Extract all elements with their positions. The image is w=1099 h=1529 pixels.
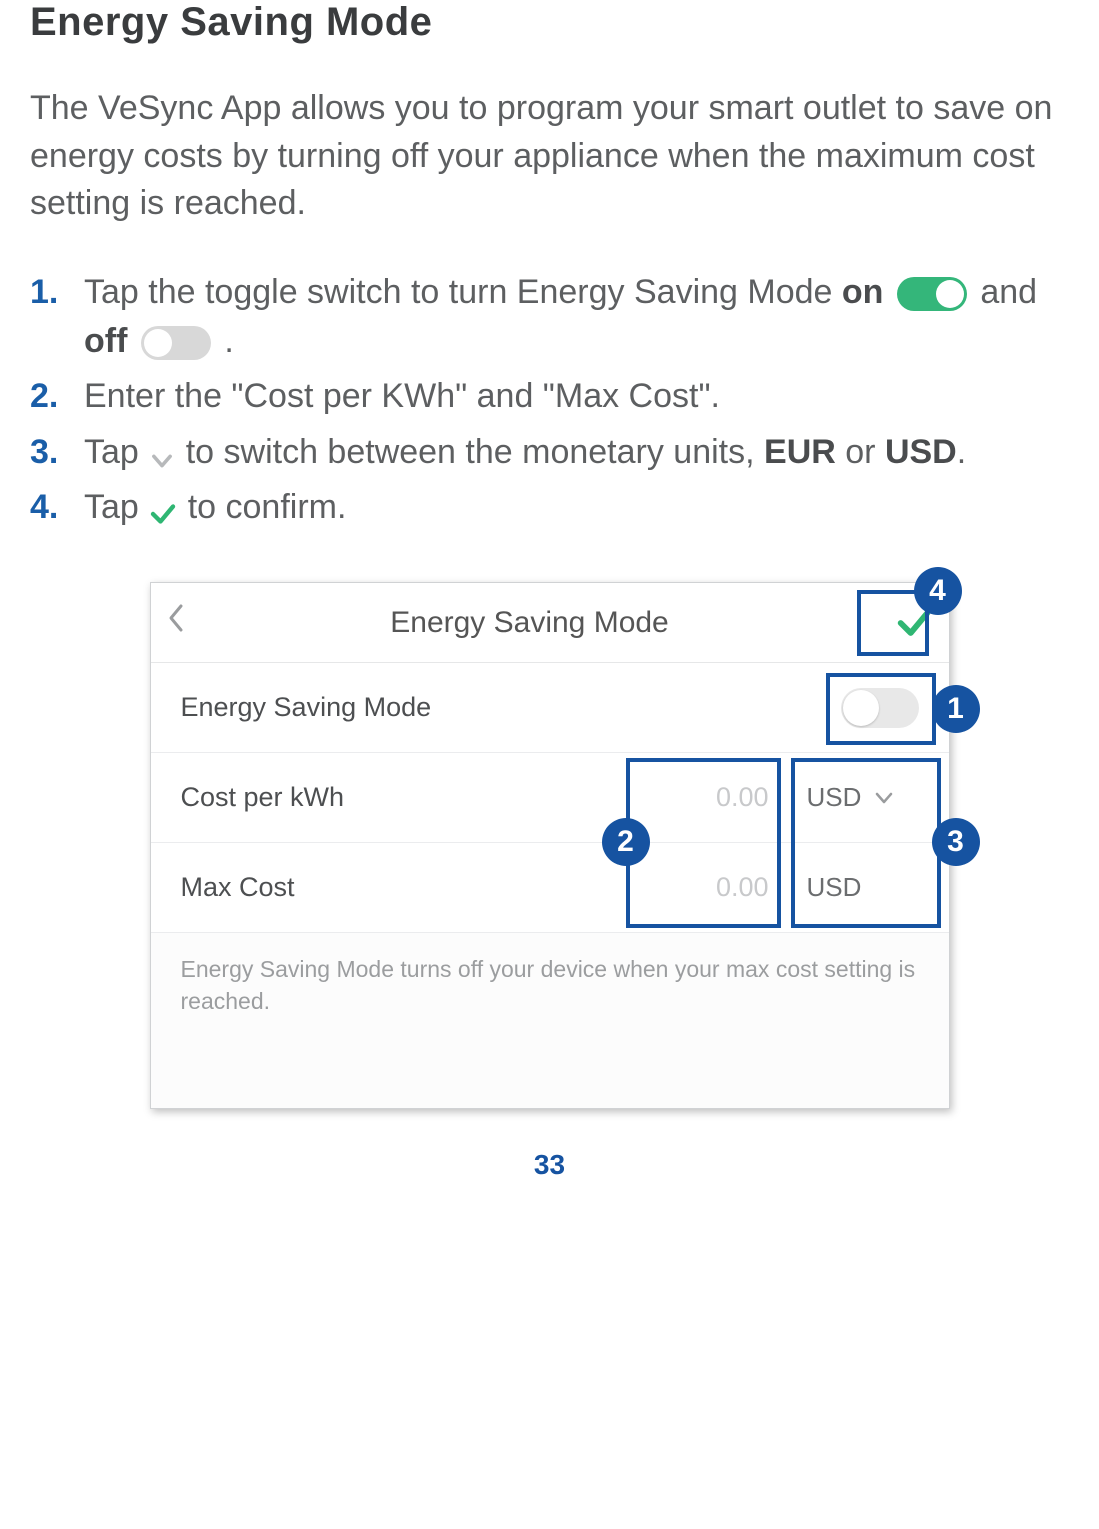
step-text: Tap to confirm. (84, 483, 1069, 532)
step-text-fragment: Tap the toggle switch to turn Energy Sav… (84, 273, 842, 311)
intro-paragraph: The VeSync App allows you to program you… (30, 85, 1069, 228)
energy-saving-mode-row: Energy Saving Mode (151, 663, 949, 753)
cost-per-kwh-input[interactable]: 0.00 (639, 782, 789, 813)
confirm-button[interactable] (879, 603, 949, 643)
step-text: Tap the toggle switch to turn Energy Sav… (84, 268, 1069, 367)
toggle-off-icon (141, 326, 211, 360)
step-text-fragment: . (215, 322, 234, 360)
step-text-fragment: and (980, 273, 1037, 311)
step-text-fragment: Tap (84, 433, 148, 471)
row-label: Cost per kWh (181, 782, 639, 813)
screen-title: Energy Saving Mode (181, 606, 879, 640)
section-heading: Energy Saving Mode (30, 0, 1069, 45)
step-text-fragment: to switch between the monetary units, (176, 433, 764, 471)
cost-per-kwh-row: Cost per kWh 0.00 USD (151, 753, 949, 843)
energy-saving-toggle[interactable] (841, 688, 919, 728)
toggle-on-icon (897, 277, 967, 311)
currency-selector[interactable]: USD (789, 782, 919, 813)
instruction-list: 1. Tap the toggle switch to turn Energy … (30, 268, 1069, 532)
step-number: 2. (30, 372, 84, 421)
page-number: 33 (30, 1149, 1069, 1181)
phone-screenshot: Energy Saving Mode Energy Saving Mode Co… (150, 582, 950, 1108)
checkmark-icon (148, 494, 178, 524)
step-text-fragment: to confirm. (178, 488, 346, 526)
step-text: Enter the "Cost per KWh" and "Max Cost". (84, 372, 1069, 421)
step-3: 3. Tap to switch between the monetary un… (30, 428, 1069, 477)
step-number: 4. (30, 483, 84, 532)
step-4: 4. Tap to confirm. (30, 483, 1069, 532)
usd-label: USD (885, 433, 957, 471)
eur-label: EUR (764, 433, 836, 471)
phone-header: Energy Saving Mode (151, 583, 949, 663)
row-label: Energy Saving Mode (181, 692, 841, 723)
chevron-down-icon (148, 440, 176, 468)
currency-label-static: USD (789, 872, 919, 903)
step-text-fragment: . (957, 433, 966, 471)
step-text-fragment: or (836, 433, 885, 471)
help-text: Energy Saving Mode turns off your device… (151, 933, 949, 1107)
on-label: on (842, 273, 884, 311)
step-2: 2. Enter the "Cost per KWh" and "Max Cos… (30, 372, 1069, 421)
max-cost-row: Max Cost 0.00 USD (151, 843, 949, 933)
step-text: Tap to switch between the monetary units… (84, 428, 1069, 477)
phone-frame: Energy Saving Mode Energy Saving Mode Co… (150, 582, 950, 1108)
max-cost-input[interactable]: 0.00 (639, 872, 789, 903)
chevron-down-icon (875, 792, 893, 804)
step-text-fragment: Tap (84, 488, 148, 526)
row-label: Max Cost (181, 872, 639, 903)
off-label: off (84, 322, 127, 360)
currency-label: USD (807, 872, 862, 903)
currency-label: USD (807, 782, 862, 813)
step-number: 3. (30, 428, 84, 477)
step-1: 1. Tap the toggle switch to turn Energy … (30, 268, 1069, 367)
step-number: 1. (30, 268, 84, 367)
